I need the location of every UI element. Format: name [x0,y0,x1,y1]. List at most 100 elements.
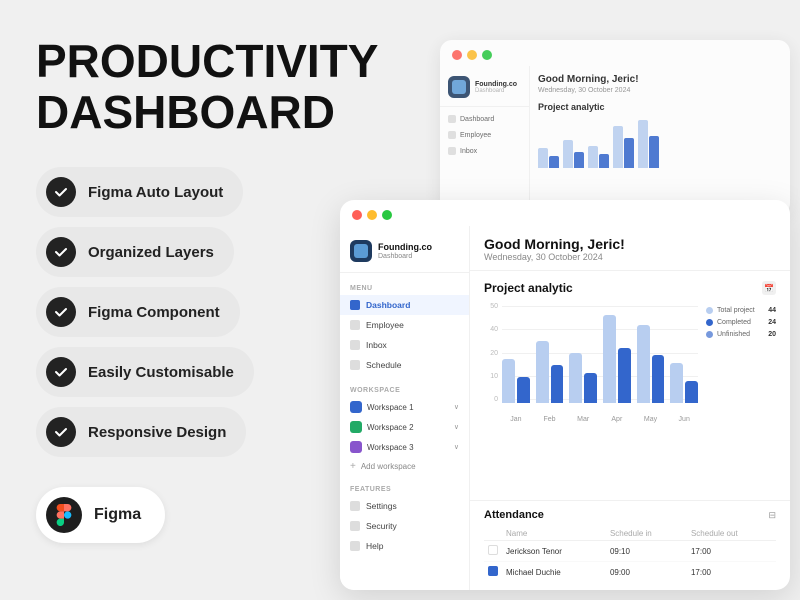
feature-label: Easily Customisable [88,364,234,381]
sidebar-nav-label-security: Security [366,521,397,531]
bar-jan-completed [517,377,530,403]
legend-completed: Completed 24 [706,319,776,326]
main-app-name: Founding.co [378,242,432,253]
sidebar-nav-label-help: Help [366,541,383,551]
bar-group-may [637,325,665,403]
sidebar-workspace-1[interactable]: Workspace 1 ∨ [340,397,469,417]
bg-bar-feb-completed [574,152,584,168]
bar-apr-total [603,315,616,403]
sidebar-nav-dashboard[interactable]: Dashboard [340,295,469,315]
bar-feb-completed [551,365,564,403]
check-icon [46,177,76,207]
analytics-title: Project analytic [484,281,573,295]
workspace-name-3: Workspace 3 [367,443,414,452]
row-out-1: 17:00 [687,541,776,562]
table-row: Michael Duchie 09:00 17:00 [484,562,776,583]
row-out-2: 17:00 [687,562,776,583]
col-name: Name [502,527,606,541]
feature-item: Easily Customisable [36,347,254,397]
checkbox-2[interactable] [488,566,498,576]
grid-label-40: 40 [484,326,498,333]
main-title: PRODUCTIVITY DASHBOARD [36,36,310,137]
sidebar-workspace-3[interactable]: Workspace 3 ∨ [340,437,469,457]
sidebar-workspace-label: Workspace [340,381,469,397]
sidebar-nav-employee[interactable]: Employee [340,315,469,335]
sidebar-features-label: Features [340,480,469,496]
bg-bar-may-completed [649,136,659,168]
sidebar-nav-security[interactable]: Security [340,516,469,536]
add-workspace-label: Add workspace [361,462,416,471]
sidebar-nav-label-dashboard: Dashboard [366,300,410,310]
month-jan: Jan [502,416,530,423]
nav-icon-help [350,541,360,551]
chevron-down-icon-1: ∨ [454,403,459,411]
workspace-icon-2 [350,421,362,433]
sidebar-nav-settings[interactable]: Settings [340,496,469,516]
bar-may-total [637,325,650,403]
add-workspace-button[interactable]: + Add workspace [340,457,469,476]
bg-bar-jan-total [538,148,548,168]
bg-date: Wednesday, 30 October 2024 [538,87,782,94]
bg-bar-may [638,120,659,168]
month-apr: Apr [603,416,631,423]
row-check-2 [484,562,502,583]
bg-bar-mar [588,146,609,168]
chart-area: 50 40 20 10 [484,303,776,423]
sidebar-nav-label-inbox: Inbox [366,340,387,350]
legend-count-unfinished: 20 [768,331,776,338]
legend-label-total: Total project [717,307,755,314]
bg-bar-mar-completed [599,154,609,168]
figma-label: Figma [94,506,141,524]
bg-card-layout: Founding.co Dashboard Dashboard Employee… [440,66,790,215]
tl-green-main [382,210,392,220]
sidebar-nav-schedule[interactable]: Schedule [340,355,469,375]
bg-nav-inbox: Inbox [440,143,529,159]
workspace-icon-1 [350,401,362,413]
bar-group-jan [502,359,530,403]
feature-item: Figma Component [36,287,240,337]
feature-item: Figma Auto Layout [36,167,243,217]
filter-icon[interactable]: ⊟ [768,510,776,521]
main-traffic-lights [340,200,790,226]
main-app-icon [350,240,372,262]
sidebar-nav-label-settings: Settings [366,501,397,511]
nav-icon-settings [350,501,360,511]
bg-bar-mar-total [588,146,598,168]
legend-dot-completed [706,319,713,326]
bar-feb-total [536,341,549,403]
row-name-2: Michael Duchie [502,562,606,583]
sidebar-nav-help[interactable]: Help [340,536,469,556]
bg-bar-feb-total [563,140,573,168]
feature-label: Figma Component [88,304,220,321]
attendance-section: Attendance ⊟ Name Schedule in Schedule o… [470,500,790,590]
bars-container [502,303,698,403]
legend-unfinished: Unfinished 20 [706,331,776,338]
nav-icon-employee [350,320,360,330]
month-may: May [637,416,665,423]
nav-icon-dashboard [350,300,360,310]
bg-bar-may-total [638,120,648,168]
sidebar-workspace-2[interactable]: Workspace 2 ∨ [340,417,469,437]
bar-jun-total [670,363,683,403]
bg-greeting: Good Morning, Jeric! [538,74,782,85]
bg-analytics-title: Project analytic [538,102,782,112]
checkbox-1[interactable] [488,545,498,555]
sidebar-nav-inbox[interactable]: Inbox [340,335,469,355]
bg-bar-feb [563,140,584,168]
bg-content-area: Good Morning, Jeric! Wednesday, 30 Octob… [530,66,790,215]
bg-nav-employee: Employee [440,127,529,143]
bg-bar-jan [538,148,559,168]
feature-item: Organized Layers [36,227,234,277]
calendar-icon[interactable]: 📅 [762,281,776,295]
bar-mar-completed [584,373,597,403]
main-sidebar: Founding.co Dashboard Menu Dashboard Emp… [340,226,470,590]
legend-count-completed: 24 [768,319,776,326]
nav-icon-inbox [350,340,360,350]
main-app-sub: Dashboard [378,253,432,260]
grid-label-10: 10 [484,373,498,380]
bg-app-icon [448,76,470,98]
greeting-text: Good Morning, Jeric! [484,236,776,252]
bg-traffic-lights [440,40,790,66]
bar-group-feb [536,341,564,403]
legend-count-total: 44 [768,307,776,314]
